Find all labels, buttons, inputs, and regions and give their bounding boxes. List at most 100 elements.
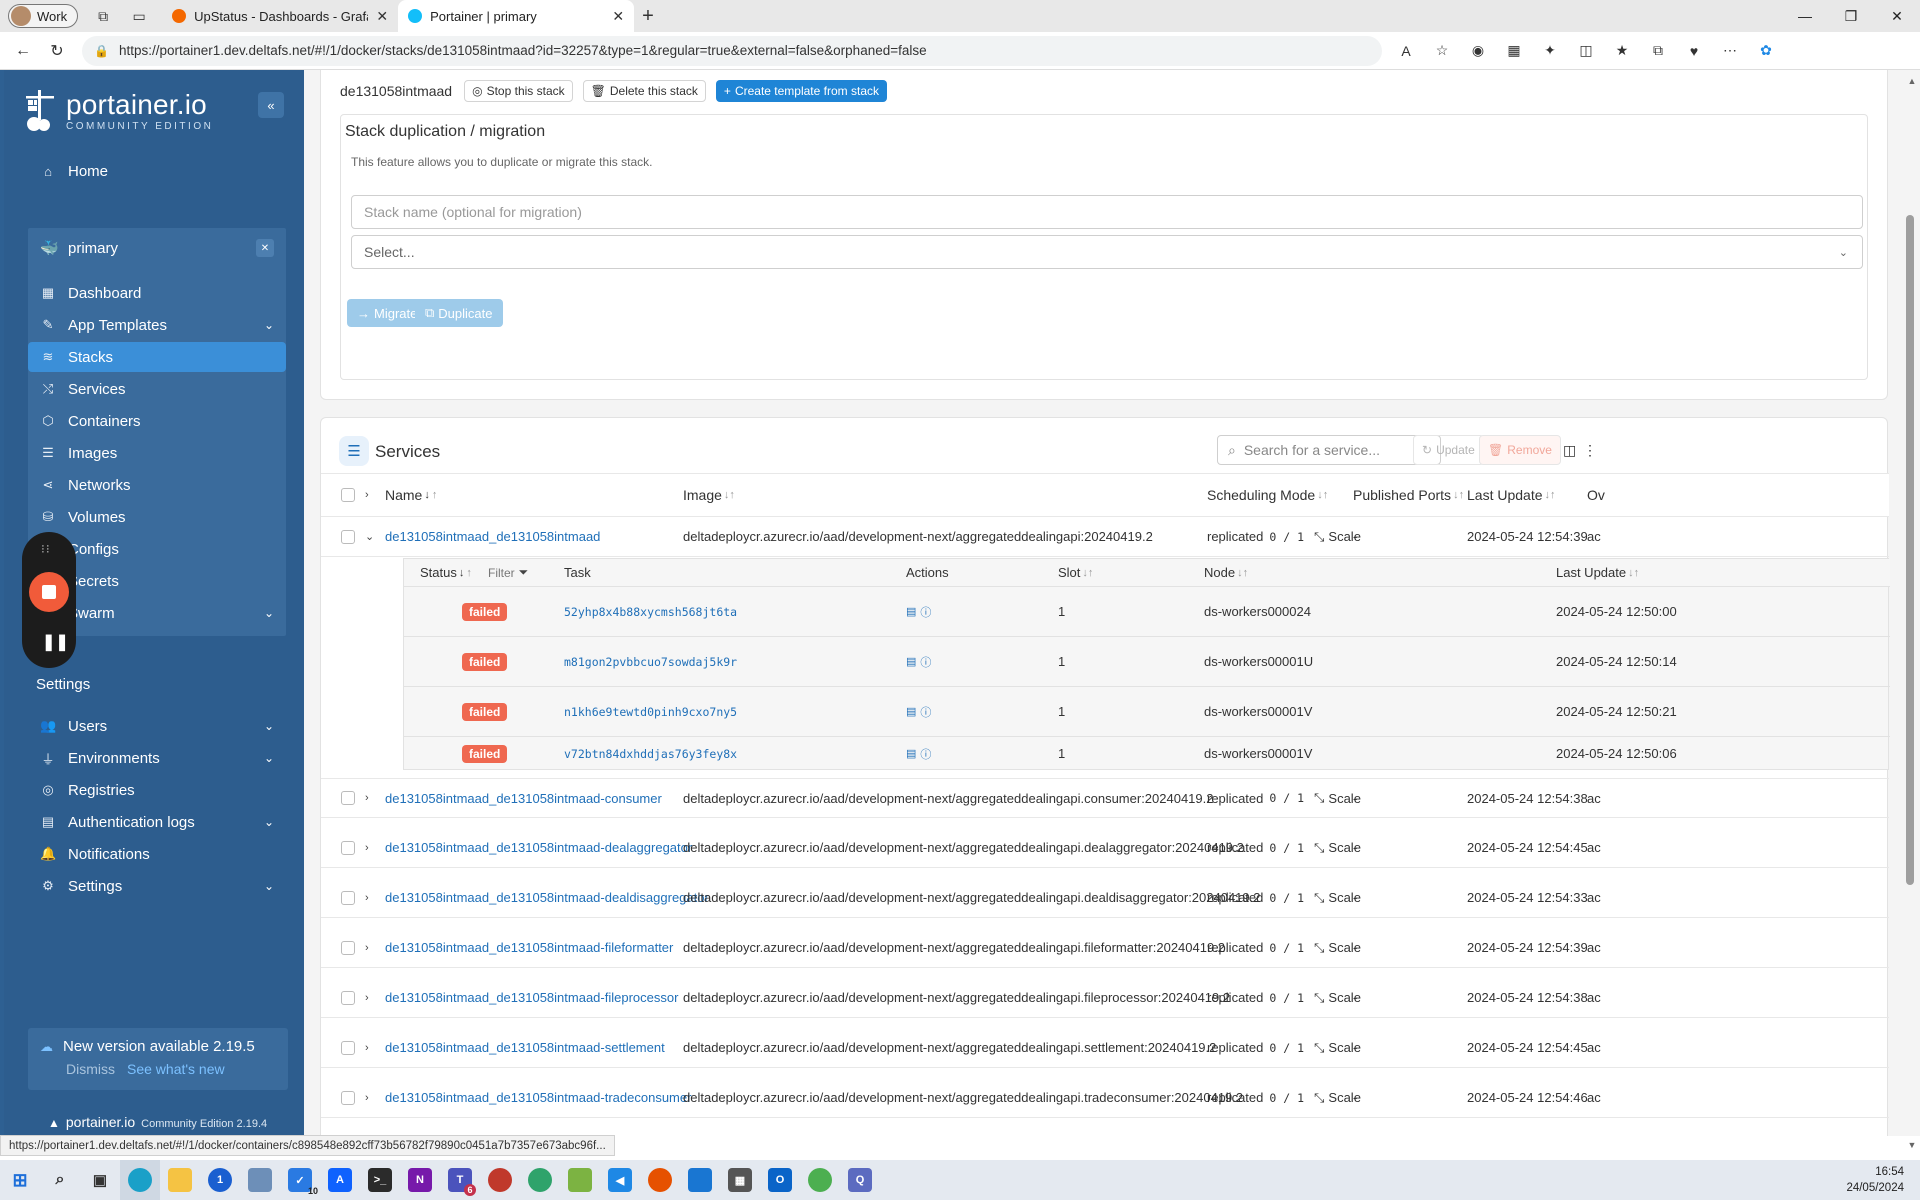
close-environment-icon[interactable]: ✕ [256,239,274,257]
browser-essentials-icon[interactable]: ♥ [1682,39,1706,63]
task-view-button[interactable]: ▣ [80,1160,120,1200]
info-icon[interactable]: ⓘ [920,654,931,670]
sidebar-item-stacks[interactable]: ≋ Stacks [28,342,286,372]
new-tab-icon[interactable]: + [642,5,654,28]
tab-grafana[interactable]: UpStatus - Dashboards - Grafana ✕ [162,0,398,32]
scroll-down-icon[interactable]: ▼ [1904,1140,1920,1150]
info-icon[interactable]: ⓘ [920,746,931,762]
portainer-logo[interactable]: portainer.io COMMUNITY EDITION [22,88,213,134]
sidebar-item-volumes[interactable]: ⛁ Volumes [28,502,286,532]
info-icon[interactable]: ⓘ [920,604,931,620]
row-checkbox[interactable] [341,529,355,544]
collections-icon[interactable]: ⧉ [1646,39,1670,63]
column-header-last-update[interactable]: Last Update ↓↑ [1467,474,1556,516]
service-name-link[interactable]: de131058intmaad_de131058intmaad-consumer [385,779,662,817]
stack-name-input[interactable]: Stack name (optional for migration) [351,195,1863,229]
more-menu-icon[interactable]: ⋯ [1718,39,1742,63]
chevron-right-icon[interactable]: › [365,842,369,854]
taskbar-notepad[interactable] [560,1160,600,1200]
chevron-right-icon[interactable]: › [365,792,369,804]
window-close-icon[interactable]: ✕ [1874,0,1920,32]
sidebar-item-services[interactable]: ⤭ Services [28,374,286,404]
chevron-right-icon[interactable]: › [365,1092,369,1104]
taskbar-git[interactable] [480,1160,520,1200]
service-name-link[interactable]: de131058intmaad_de131058intmaad [385,517,600,556]
column-header-name[interactable]: Name ↓ ↑ [385,474,437,516]
whats-new-link[interactable]: See what's new [127,1061,225,1077]
column-header-scheduling[interactable]: Scheduling Mode ↓↑ [1207,474,1328,516]
select-all-checkbox[interactable] [341,488,355,502]
taskbar-calculator[interactable]: ▦ [720,1160,760,1200]
chevron-right-icon[interactable]: › [365,1042,369,1054]
sidebar-item-home[interactable]: ⌂ Home [28,156,286,186]
stop-recording-button[interactable] [29,572,69,612]
environment-header[interactable]: 🐳 primary ✕ [28,232,286,264]
sidebar-item-environments[interactable]: ⏚ Environments ⌄ [28,743,286,773]
taskbar-1password[interactable]: 1 [200,1160,240,1200]
column-header-owner[interactable]: Ov [1587,474,1605,516]
chevron-right-icon[interactable]: › [365,892,369,904]
row-checkbox[interactable] [341,1040,355,1055]
task-column-status[interactable]: Status ↓ ↑ [420,559,472,586]
taskbar-teams[interactable]: T6 [440,1160,480,1200]
sidebar-item-dashboard[interactable]: ▦ Dashboard [28,278,286,308]
taskbar-app-alt[interactable]: Q [840,1160,880,1200]
columns-icon[interactable]: ◫ [1563,442,1576,459]
row-checkbox[interactable] [341,791,355,805]
extensions-puzzle-icon[interactable]: ✦ [1538,39,1562,63]
logs-icon[interactable]: ▤ [906,705,916,718]
service-name-link[interactable]: de131058intmaad_de131058intmaad-fileproc… [385,978,678,1017]
chevron-down-icon[interactable]: ⌄ [365,530,374,543]
collapse-sidebar-button[interactable]: « [258,92,284,118]
taskbar-edge-dev[interactable] [520,1160,560,1200]
column-header-ports[interactable]: Published Ports ↓↑ [1353,474,1464,516]
task-column-node[interactable]: Node ↓↑ [1204,559,1248,586]
logs-icon[interactable]: ▤ [906,655,916,668]
sidebar-item-settings[interactable]: ⚙ Settings ⌄ [28,871,286,901]
sidebar-item-app-templates[interactable]: ✎ App Templates ⌄ [28,310,286,340]
taskbar-chrome[interactable] [800,1160,840,1200]
task-column-last-update[interactable]: Last Update ↓↑ [1556,559,1639,586]
service-name-link[interactable]: de131058intmaad_de131058intmaad-fileform… [385,928,673,967]
close-icon[interactable]: ✕ [376,8,388,25]
url-field[interactable]: 🔒 https://portainer1.dev.deltafs.net/#!/… [82,35,1382,66]
row-checkbox[interactable] [341,1090,355,1105]
task-id-link[interactable]: m81gon2pvbbcuo7sowdaj5k9r [564,637,737,686]
logs-icon[interactable]: ▤ [906,605,916,618]
taskbar-onenote[interactable]: N [400,1160,440,1200]
taskbar-app[interactable] [240,1160,280,1200]
task-id-link[interactable]: v72btn84dxhddjas76y3fey8x [564,737,737,770]
read-aloud-icon[interactable]: A [1394,39,1418,63]
taskbar-azure-data[interactable]: A [320,1160,360,1200]
task-column-slot[interactable]: Slot ↓↑ [1058,559,1093,586]
close-icon[interactable]: ✕ [612,8,624,25]
stop-stack-button[interactable]: ◎ Stop this stack [464,80,573,102]
task-id-link[interactable]: n1kh6e9tewtd0pinh9cxo7ny5 [564,687,737,736]
back-icon[interactable]: ← [6,36,40,66]
service-name-link[interactable]: de131058intmaad_de131058intmaad-dealaggr… [385,828,692,867]
start-button[interactable]: ⊞ [0,1160,40,1200]
taskbar-explorer[interactable] [160,1160,200,1200]
create-template-button[interactable]: + Create template from stack [715,80,887,102]
chevron-right-icon[interactable]: › [365,992,369,1004]
task-id-link[interactable]: 52yhp8x4b88xycmsh568jt6ta [564,587,737,636]
refresh-icon[interactable]: ↻ [40,36,74,66]
copilot-icon[interactable]: ✿ [1754,39,1778,63]
pause-icon[interactable]: ❚❚ [42,632,69,652]
row-checkbox[interactable] [341,890,355,905]
chevron-right-icon[interactable]: › [365,942,369,954]
minimize-icon[interactable]: — [1782,0,1828,32]
sidebar-item-networks[interactable]: ⋖ Networks [28,470,286,500]
extension-icon[interactable]: ◉ [1466,39,1490,63]
environment-select[interactable]: Select... ⌄ [351,235,1863,269]
scrollbar-thumb[interactable] [1906,215,1914,885]
remove-services-button[interactable]: 🗑 Remove [1479,435,1561,465]
tab-portainer[interactable]: Portainer | primary ✕ [398,0,635,32]
restore-icon[interactable]: ❐ [1828,0,1874,32]
more-vertical-icon[interactable]: ⋮ [1583,442,1597,459]
search-button[interactable]: ⌕ [40,1160,80,1200]
sidebar-item-users[interactable]: 👥 Users ⌄ [28,711,286,741]
dismiss-update-link[interactable]: Dismiss [66,1061,115,1077]
browser-profile-button[interactable]: Work [8,4,79,28]
favorite-star-icon[interactable]: ☆ [1430,39,1454,63]
